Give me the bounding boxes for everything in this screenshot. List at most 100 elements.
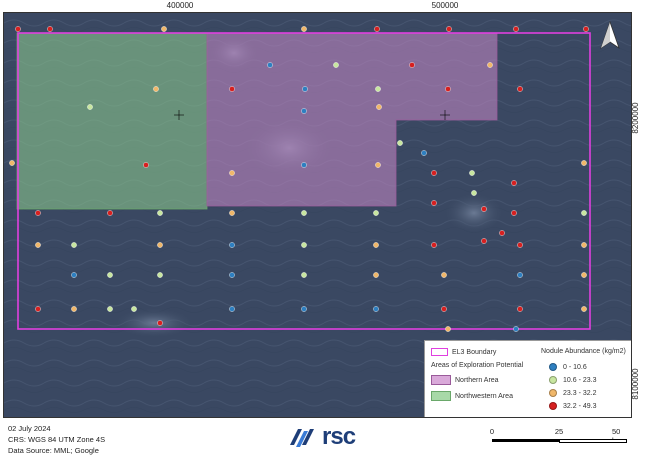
sample-point	[229, 272, 235, 278]
y-tick-label: 8200000	[631, 102, 641, 134]
map-legend: EL3 Boundary Areas of Exploration Potent…	[424, 340, 631, 417]
sample-point	[581, 242, 587, 248]
sample-point	[431, 242, 437, 248]
sample-point	[301, 210, 307, 216]
sample-point	[373, 272, 379, 278]
class-dot	[549, 389, 557, 397]
scale-label: 0	[489, 427, 495, 436]
sample-point	[131, 306, 137, 312]
sample-point	[161, 26, 167, 32]
sample-point	[517, 86, 523, 92]
legend-label: 32.2 - 49.3	[563, 402, 597, 410]
sample-point	[229, 86, 235, 92]
y-tick-label: 8100000	[631, 368, 641, 400]
sample-point	[47, 26, 53, 32]
sample-point	[487, 62, 493, 68]
legend-label: 0 - 10.6	[563, 363, 587, 371]
sample-point	[421, 150, 427, 156]
sample-point	[301, 108, 307, 114]
legend-class-2: 23.3 - 32.2	[549, 389, 596, 397]
northwestern-area[interactable]	[16, 32, 208, 210]
sample-point	[397, 140, 403, 146]
sample-point	[229, 210, 235, 216]
sample-point	[469, 170, 475, 176]
sample-point	[143, 162, 149, 168]
sample-point	[267, 62, 273, 68]
legend-boundary: EL3 Boundary	[431, 348, 496, 356]
seamount	[114, 308, 194, 338]
northwestern-swatch	[431, 391, 451, 401]
sample-point	[301, 26, 307, 32]
sample-point	[441, 306, 447, 312]
sample-point	[301, 306, 307, 312]
map-date: 02 July 2024	[8, 424, 51, 433]
sample-point	[517, 242, 523, 248]
north-arrow-icon	[600, 20, 620, 49]
sample-point	[409, 62, 415, 68]
sample-point	[107, 272, 113, 278]
sample-point	[15, 26, 21, 32]
legend-class-1: 10.6 - 23.3	[549, 376, 596, 384]
legend-label: EL3 Boundary	[452, 348, 497, 356]
sample-point	[431, 200, 437, 206]
sample-point	[441, 272, 447, 278]
sample-point	[431, 170, 437, 176]
sample-point	[513, 26, 519, 32]
map-crs: CRS: WGS 84 UTM Zone 4S	[8, 435, 106, 444]
sample-point	[513, 326, 519, 332]
legend-class-0: 0 - 10.6	[549, 363, 587, 371]
rsc-logo-text: rsc	[322, 423, 356, 450]
sample-point	[157, 242, 163, 248]
sample-point	[301, 272, 307, 278]
sample-point	[373, 306, 379, 312]
sample-point	[71, 272, 77, 278]
sample-point	[581, 160, 587, 166]
sample-point	[373, 242, 379, 248]
scale-segment	[559, 439, 627, 443]
sample-point	[71, 242, 77, 248]
legend-abundance-title: Nodule Abundance (kg/m2)	[541, 348, 626, 355]
sample-point	[581, 210, 587, 216]
x-tick-label: 400000	[166, 1, 194, 10]
sample-point	[35, 306, 41, 312]
sample-point	[301, 242, 307, 248]
class-dot	[549, 376, 557, 384]
sample-point	[581, 306, 587, 312]
legend-label: 23.3 - 32.2	[563, 389, 597, 397]
legend-areas-title: Areas of Exploration Potential	[431, 362, 523, 369]
boundary-swatch	[431, 348, 448, 356]
seamount	[444, 193, 504, 233]
sample-point	[445, 86, 451, 92]
sample-point	[374, 26, 380, 32]
sample-point	[229, 306, 235, 312]
sample-point	[107, 210, 113, 216]
sample-point	[517, 272, 523, 278]
rsc-logo-icon	[290, 429, 314, 447]
legend-label: Northwestern Area	[455, 392, 513, 400]
sample-point	[157, 320, 163, 326]
sample-point	[481, 206, 487, 212]
class-dot	[549, 363, 557, 371]
sample-point	[471, 190, 477, 196]
legend-class-3: 32.2 - 49.3	[549, 402, 596, 410]
legend-northern: Northern Area	[431, 375, 499, 385]
sample-point	[87, 104, 93, 110]
x-tick-label: 500000	[431, 1, 459, 10]
sample-point	[375, 162, 381, 168]
scale-bar: 0 25 50 km	[490, 427, 630, 457]
sample-point	[71, 306, 77, 312]
sample-point	[157, 210, 163, 216]
sample-point	[499, 230, 505, 236]
legend-label: Northern Area	[455, 376, 499, 384]
sample-point	[229, 170, 235, 176]
sample-point	[301, 162, 307, 168]
sample-point	[481, 238, 487, 244]
sample-point	[375, 86, 381, 92]
sample-point	[35, 210, 41, 216]
sample-point	[517, 306, 523, 312]
rsc-logo: rsc	[288, 423, 356, 451]
sample-point	[333, 62, 339, 68]
legend-label: Areas of Exploration Potential	[431, 362, 524, 369]
sample-point	[153, 86, 159, 92]
sample-point	[446, 26, 452, 32]
